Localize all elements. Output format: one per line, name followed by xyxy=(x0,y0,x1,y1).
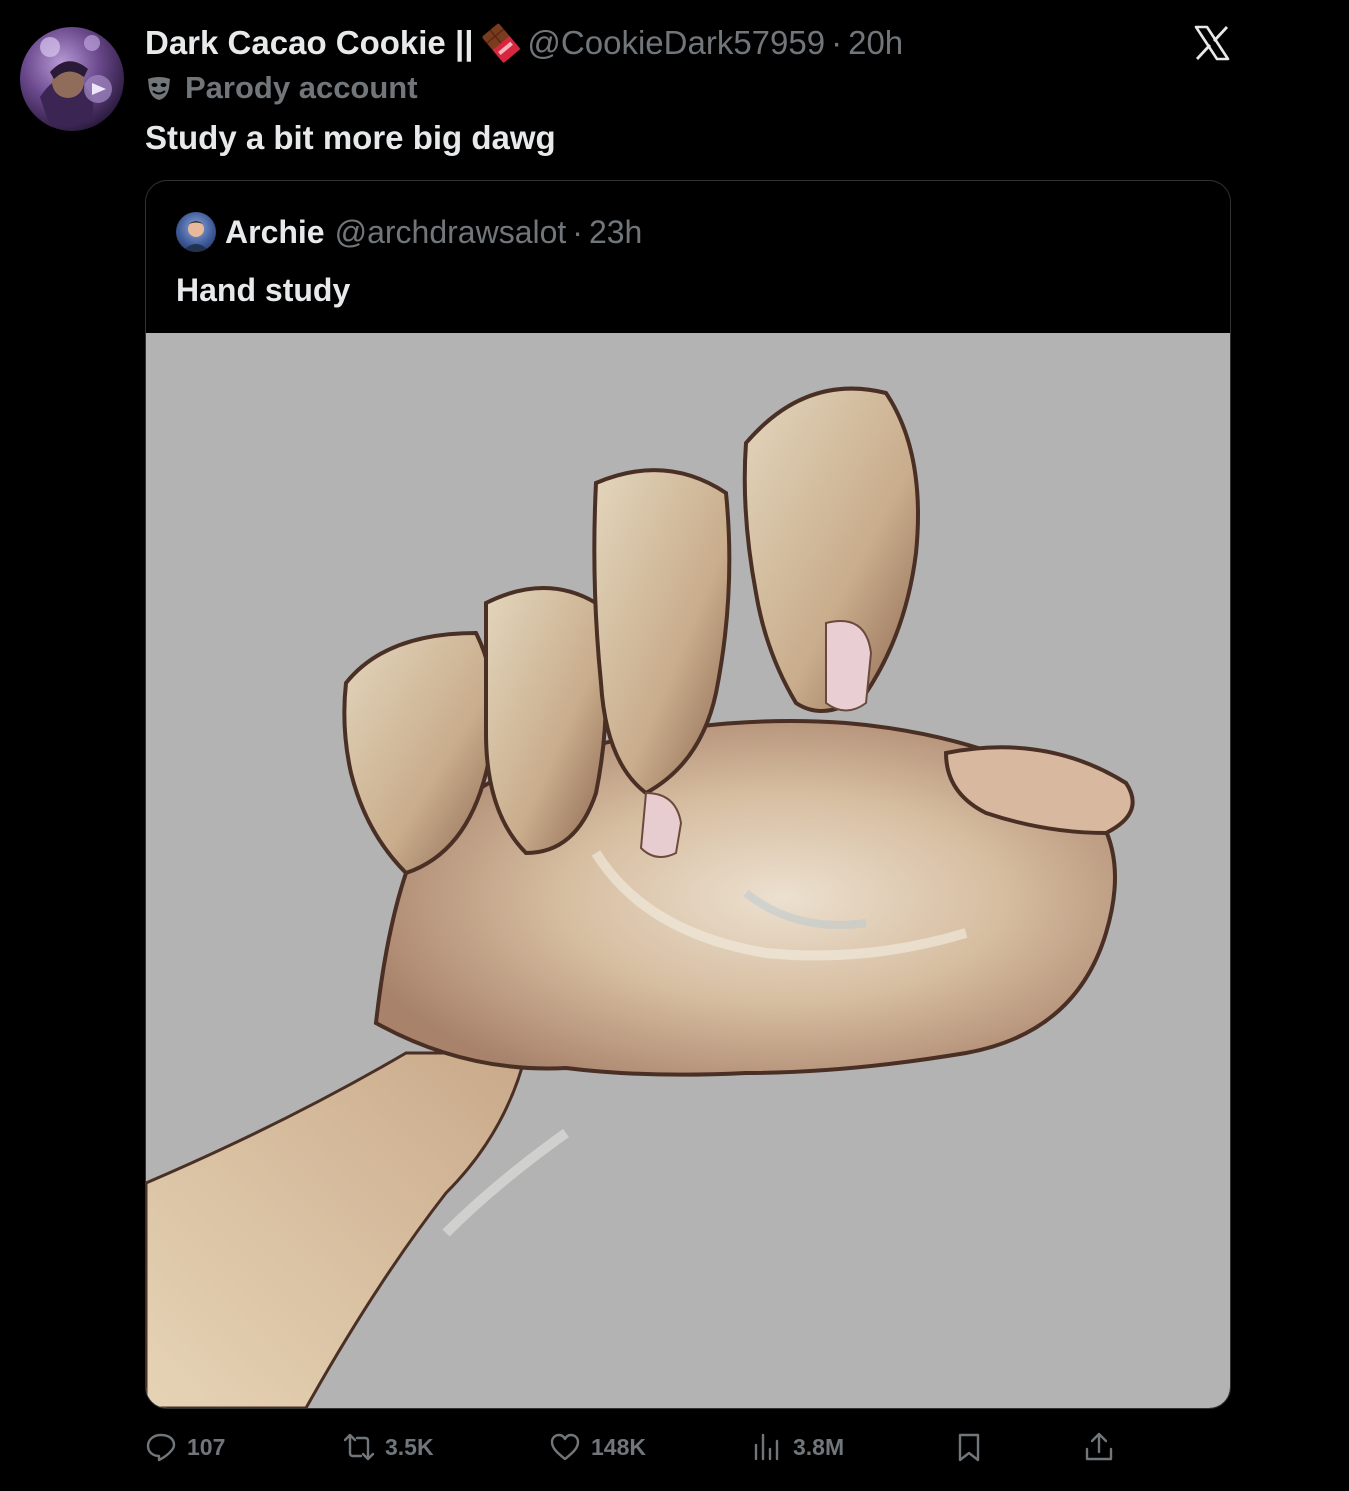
quote-display-name[interactable]: Archie xyxy=(225,214,325,251)
handle[interactable]: @CookieDark57959 xyxy=(527,20,825,66)
share-button[interactable] xyxy=(1083,1424,1125,1470)
bookmark-button[interactable] xyxy=(953,1424,995,1470)
tweet-text: Study a bit more big dawg xyxy=(145,119,556,156)
hand-study-painting xyxy=(146,386,1135,1408)
quote-header: Archie @archdrawsalot · 23h xyxy=(176,211,642,253)
quote-separator-dot: · xyxy=(572,213,583,250)
repost-button[interactable]: 3.5K xyxy=(343,1424,434,1470)
avatar-image xyxy=(40,35,112,127)
reply-icon xyxy=(146,1433,176,1462)
like-button[interactable]: 148K xyxy=(549,1424,646,1470)
parody-label-text: Parody account xyxy=(185,70,418,105)
timestamp[interactable]: 20h xyxy=(848,20,903,66)
views-icon xyxy=(754,1433,779,1461)
quote-avatar-image xyxy=(182,221,210,252)
views-button[interactable]: 3.8M xyxy=(751,1424,844,1470)
reply-count: 107 xyxy=(187,1433,226,1460)
share-icon xyxy=(1085,1432,1113,1461)
action-bar: 107 3.5K 148K 3.8M xyxy=(145,1424,1145,1470)
repost-icon xyxy=(343,1433,375,1461)
quote-tweet-card[interactable]: Archie @archdrawsalot · 23h Hand study xyxy=(145,180,1231,1409)
bookmark-icon xyxy=(958,1433,980,1462)
quote-timestamp[interactable]: 23h xyxy=(589,214,642,251)
views-count: 3.8M xyxy=(793,1433,845,1460)
separator-dot: · xyxy=(831,24,843,61)
display-name[interactable]: Dark Cacao Cookie || xyxy=(145,20,473,66)
avatar[interactable] xyxy=(20,27,124,131)
tweet-header: Dark Cacao Cookie || @CookieDark57959 · … xyxy=(145,20,903,66)
quote-text: Hand study xyxy=(176,272,351,308)
tweet: Dark Cacao Cookie || @CookieDark57959 · … xyxy=(0,0,1349,1491)
quote-media-image[interactable] xyxy=(146,333,1230,1408)
parody-mask-icon xyxy=(148,77,170,100)
parody-label: Parody account xyxy=(145,66,418,110)
x-logo-icon[interactable] xyxy=(1193,24,1231,62)
quote-avatar[interactable] xyxy=(176,212,216,252)
like-count: 148K xyxy=(591,1433,646,1460)
repost-count: 3.5K xyxy=(385,1433,434,1460)
heart-icon xyxy=(550,1433,580,1461)
quote-handle[interactable]: @archdrawsalot xyxy=(335,214,567,251)
reply-button[interactable]: 107 xyxy=(145,1424,225,1470)
chocolate-bar-icon xyxy=(482,23,521,63)
